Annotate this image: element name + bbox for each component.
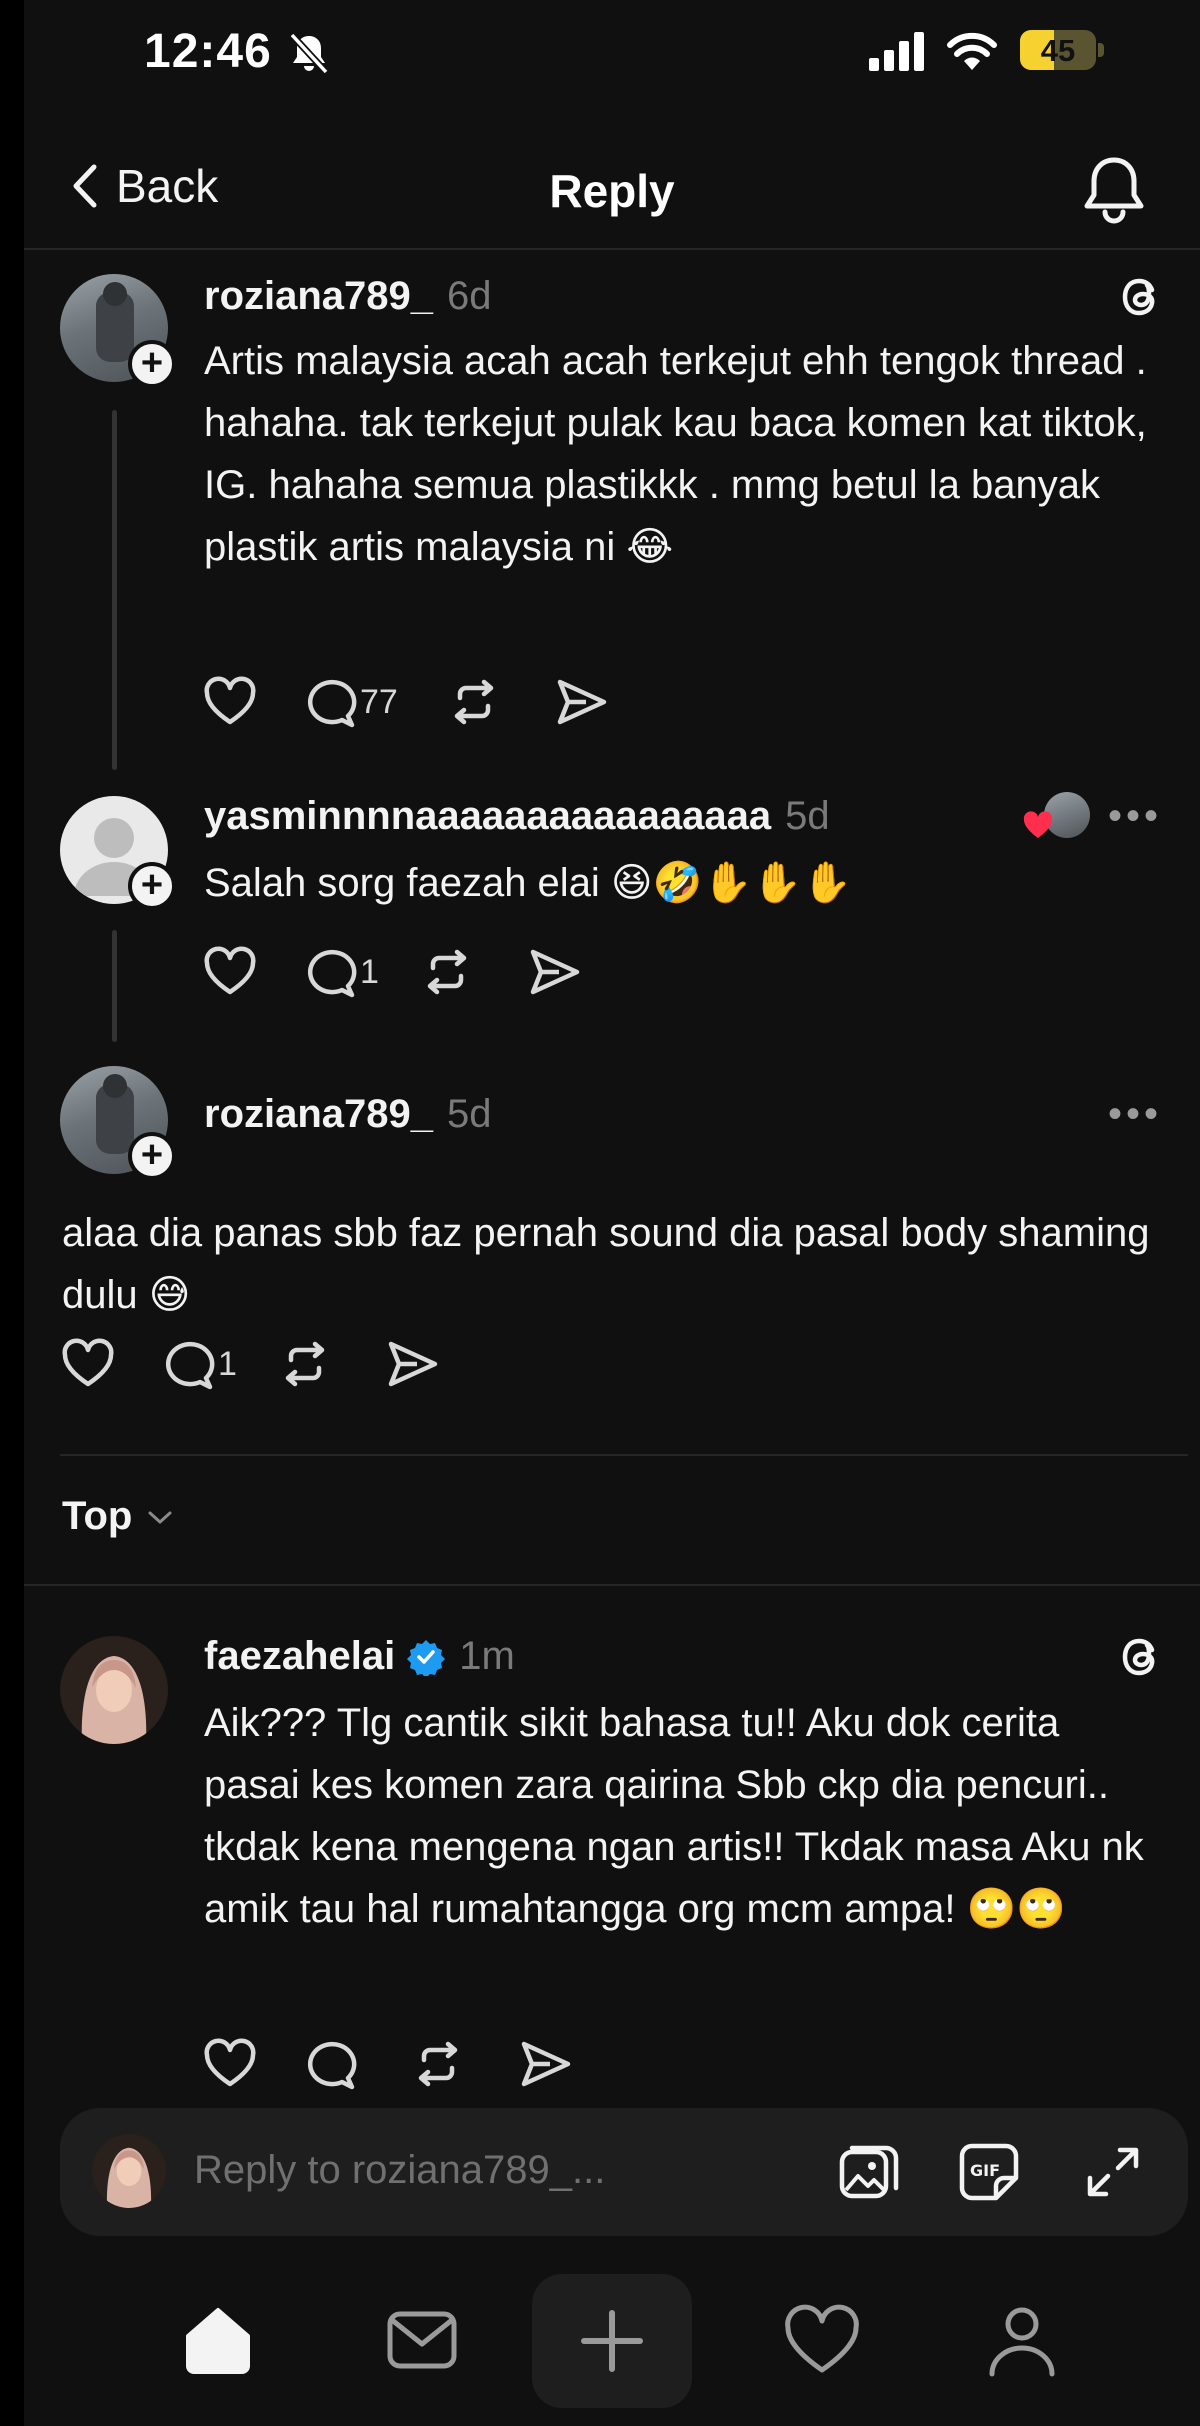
- comment-button[interactable]: 77: [302, 674, 398, 730]
- like-button[interactable]: [202, 2036, 258, 2092]
- post-actions: [202, 2036, 574, 2092]
- more-options-button[interactable]: •••: [1108, 1092, 1162, 1137]
- nav-bar: Back Reply: [24, 120, 1200, 250]
- repost-button[interactable]: [410, 2036, 466, 2092]
- post-time: 1m: [459, 1634, 515, 1678]
- post-author[interactable]: yasminnnnaaaaaaaaaaaaaaaa 5d: [204, 794, 830, 839]
- repost-icon: [285, 1341, 325, 1387]
- share-icon: [388, 1341, 438, 1387]
- divider: [24, 1584, 1200, 1586]
- post-author[interactable]: roziana789_ 6d: [204, 274, 492, 319]
- heart-filled-icon: [1023, 811, 1053, 838]
- repost-button[interactable]: [419, 944, 475, 1000]
- inbox-icon[interactable]: [382, 2300, 462, 2380]
- threads-logo-icon: [1122, 278, 1155, 316]
- share-icon: [521, 2041, 571, 2087]
- image-icon[interactable]: [836, 2140, 902, 2204]
- thread-post: + yasminnnnaaaaaaaaaaaaaaaa 5d ••• Salah …: [24, 780, 1200, 1050]
- bell-slash-icon: [289, 32, 329, 75]
- repost-icon: [418, 2041, 458, 2087]
- follow-plus-icon[interactable]: +: [128, 1132, 176, 1180]
- verified-badge-icon: [407, 1639, 446, 1676]
- post-actions: 1: [60, 1336, 441, 1392]
- reply-count: 1: [360, 952, 379, 991]
- liked-by-author-badge: [1018, 792, 1092, 846]
- post-actions: 77: [202, 674, 610, 730]
- plus-icon: [581, 2310, 643, 2372]
- post-author[interactable]: roziana789_ 5d: [204, 1092, 492, 1137]
- chevron-down-icon: [148, 1511, 172, 1523]
- share-icon: [530, 949, 580, 995]
- post-text: Salah sorg faezah elai 😆🤣✋✋✋: [204, 861, 852, 905]
- post-actions: 1: [202, 944, 583, 1000]
- app-screen: 12:46 45 Back Reply + roziana789_ 6d Art…: [24, 0, 1200, 2426]
- avatar: [92, 2134, 166, 2208]
- post-time: 5d: [447, 1092, 492, 1136]
- post-time: 5d: [785, 794, 830, 838]
- threads-logo-icon: [1122, 1638, 1155, 1676]
- comment-button[interactable]: [302, 2036, 358, 2092]
- reply-count: 1: [218, 1344, 237, 1383]
- repost-button[interactable]: [277, 1336, 333, 1392]
- post-author[interactable]: faezahelai 1m: [204, 1634, 515, 1679]
- page-title: Reply: [549, 165, 675, 217]
- heart-icon: [204, 946, 256, 995]
- thread-line: [112, 930, 117, 1042]
- bell-icon[interactable]: [1080, 154, 1148, 226]
- expand-icon[interactable]: [1080, 2140, 1146, 2204]
- comment-icon: [307, 2041, 357, 2090]
- share-button[interactable]: [554, 674, 610, 730]
- share-icon: [557, 679, 607, 725]
- tab-bar: [24, 2270, 1200, 2426]
- avatar[interactable]: [60, 1636, 168, 1744]
- heart-icon: [204, 676, 256, 725]
- heart-icon: [62, 1338, 114, 1387]
- repost-icon: [427, 949, 467, 995]
- share-button[interactable]: [518, 2036, 574, 2092]
- status-time: 12:46: [144, 25, 272, 78]
- like-button[interactable]: [202, 944, 258, 1000]
- thread-post: + roziana789_ 6d Artis malaysia acah acah…: [24, 250, 1200, 780]
- share-button[interactable]: [527, 944, 583, 1000]
- heart-icon: [204, 2038, 256, 2087]
- reply-post: faezahelai 1m Aik??? Tlg cantik sikit ba…: [24, 1590, 1200, 2100]
- reply-composer[interactable]: Reply to roziana789_... GIF: [60, 2108, 1188, 2236]
- comment-icon: [165, 1341, 215, 1390]
- divider: [60, 1454, 1188, 1456]
- gif-icon[interactable]: GIF: [956, 2140, 1022, 2204]
- comment-icon: [307, 949, 357, 998]
- profile-icon[interactable]: [982, 2300, 1062, 2380]
- follow-plus-icon[interactable]: +: [128, 340, 176, 388]
- battery-icon: 45: [1020, 30, 1104, 72]
- comment-button[interactable]: 1: [160, 1336, 237, 1392]
- signal-icon: [869, 32, 924, 71]
- heart-icon[interactable]: [782, 2300, 862, 2380]
- post-text: Aik??? Tlg cantik sikit bahasa tu!! Aku …: [204, 1701, 1144, 1931]
- home-icon[interactable]: [178, 2300, 258, 2380]
- follow-plus-icon[interactable]: +: [128, 862, 176, 910]
- post-text: alaa dia panas sbb faz pernah sound dia …: [62, 1211, 1150, 1317]
- thread-line: [112, 410, 117, 770]
- post-text: Artis malaysia acah acah terkejut ehh te…: [204, 339, 1147, 569]
- repost-button[interactable]: [446, 674, 502, 730]
- post-time: 6d: [447, 274, 492, 318]
- share-button[interactable]: [385, 1336, 441, 1392]
- like-button[interactable]: [202, 674, 258, 730]
- new-post-button[interactable]: [532, 2274, 692, 2408]
- comment-button[interactable]: 1: [302, 944, 379, 1000]
- thread-post: + roziana789_ 5d ••• alaa dia panas sbb f…: [24, 1050, 1200, 1450]
- svg-text:GIF: GIF: [970, 2161, 1000, 2180]
- sort-label: Top: [62, 1494, 133, 1538]
- like-button[interactable]: [60, 1336, 116, 1392]
- reply-count: 77: [360, 682, 398, 721]
- repost-icon: [454, 679, 494, 725]
- more-options-button[interactable]: •••: [1108, 794, 1162, 839]
- wifi-icon: [947, 32, 997, 70]
- sort-dropdown[interactable]: Top: [62, 1494, 174, 1539]
- comment-icon: [307, 679, 357, 728]
- battery-percent: 45: [1040, 33, 1076, 68]
- status-bar: 12:46 45: [24, 0, 1200, 110]
- reply-input[interactable]: Reply to roziana789_...: [194, 2148, 605, 2193]
